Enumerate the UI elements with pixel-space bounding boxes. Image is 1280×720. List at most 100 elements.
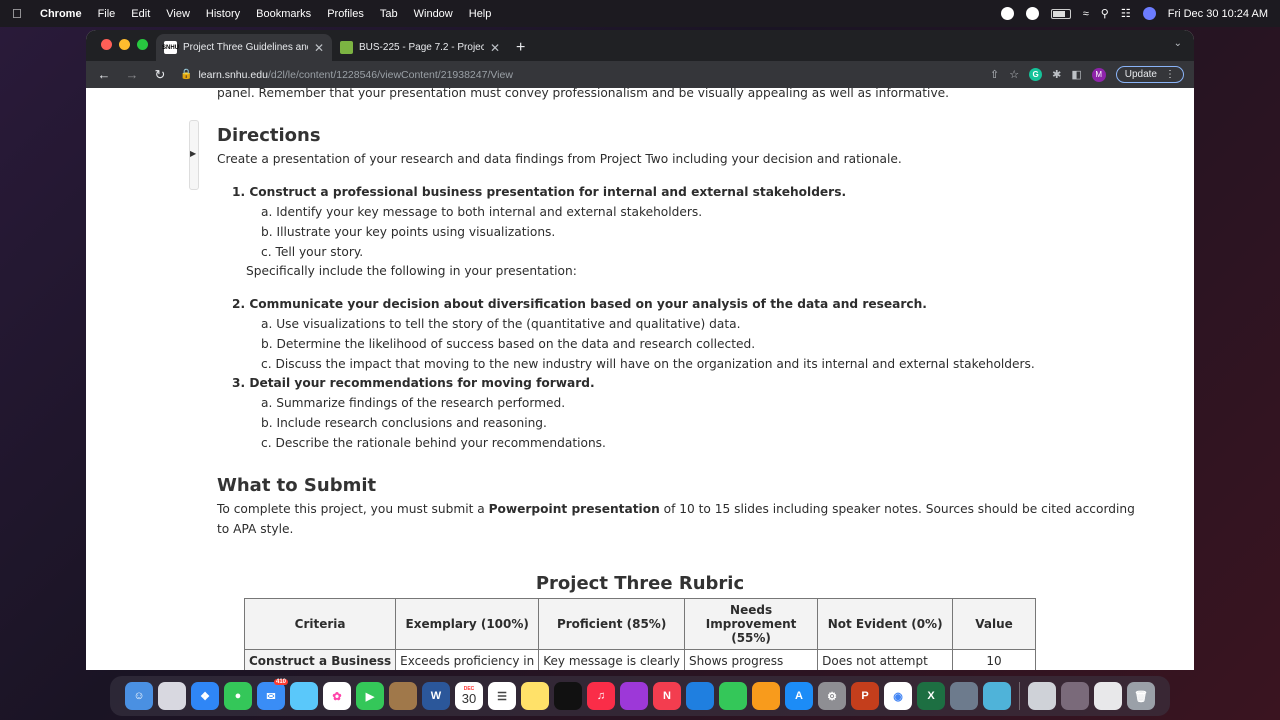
forward-button[interactable]: → [124,67,140,82]
pages-icon[interactable] [752,682,780,710]
calendar-icon[interactable]: DEC 30 [455,682,483,710]
submit-text-line2: to APA style. [217,522,294,536]
reload-button[interactable]: ↻ [152,67,168,83]
lock-icon[interactable]: 🔒 [180,69,192,80]
maps-icon[interactable] [290,682,318,710]
list-item-1a: a. Identify your key message to both int… [261,205,703,219]
podcasts-icon[interactable] [620,682,648,710]
finder-icon[interactable]: ☺ [125,682,153,710]
grammarly-extension-icon[interactable]: G [1029,68,1043,81]
clock-datetime[interactable]: Fri Dec 30 10:24 AM [1168,8,1268,20]
music-icon[interactable]: ♫ [587,682,615,710]
submit-text-post: of 10 to 15 slides including speaker not… [659,502,1135,516]
menu-history[interactable]: History [206,8,240,20]
menu-edit[interactable]: Edit [131,8,150,20]
menu-window[interactable]: Window [414,8,453,20]
preview-icon[interactable] [950,682,978,710]
close-tab-icon[interactable]: ✕ [490,41,500,55]
tab-project-three[interactable]: SNHU Project Three Guidelines and R ✕ [156,34,332,61]
news-icon[interactable]: N [653,682,681,710]
siri-icon[interactable] [1142,7,1156,20]
column-header: Proficient (85%) [538,598,686,650]
menu-bar:  Chrome File Edit View History Bookmark… [0,0,1280,27]
recent-file-icon[interactable] [1061,682,1089,710]
sidebar-toggle[interactable]: ▶ [189,120,199,190]
menu-chrome[interactable]: Chrome [40,8,82,20]
reminders-icon[interactable]: ☰ [488,682,516,710]
extensions-puzzle-icon[interactable]: ✱ [1052,68,1061,81]
side-panel-icon[interactable]: ◧ [1071,68,1081,81]
control-center-icon[interactable]: ☷ [1121,7,1131,20]
more-menu-icon[interactable]: ⋮ [1165,69,1175,80]
table-cell: Key message is clearly [538,649,686,670]
menu-tab[interactable]: Tab [380,8,398,20]
record-icon[interactable] [1000,7,1014,20]
table-cell: Exceeds proficiency in [395,649,540,670]
downloads-folder-icon[interactable] [1028,682,1056,710]
close-window-button[interactable] [101,39,112,50]
grammarly-status-icon[interactable] [1025,7,1039,20]
update-label: Update [1124,69,1157,80]
what-to-submit-heading: What to Submit [217,475,377,496]
messages-icon[interactable]: ● [224,682,252,710]
numbers-icon[interactable] [719,682,747,710]
share-icon[interactable]: ⇧ [990,68,999,81]
list-item-1: 1. Construct a professional business pre… [232,185,847,199]
rubric-table: Criteria Exemplary (100%) Proficient (85… [243,598,1036,670]
calendar-day: 30 [461,691,477,706]
tab-bus-225[interactable]: BUS-225 - Page 7.2 - Project T ✕ [332,34,508,61]
directions-text: Create a presentation of your research a… [217,152,902,166]
address-bar[interactable]: 🔒 learn.snhu.edu/d2l/le/content/1228546/… [180,69,978,81]
table-header-row: Criteria Exemplary (100%) Proficient (85… [243,598,1036,650]
keynote-icon[interactable] [686,682,714,710]
list-item-2: 2. Communicate your decision about diver… [232,297,927,311]
close-tab-icon[interactable]: ✕ [314,41,324,55]
contacts-icon[interactable] [389,682,417,710]
zoom-window-button[interactable] [137,39,148,50]
bookmark-star-icon[interactable]: ☆ [1009,68,1019,81]
menu-bookmarks[interactable]: Bookmarks [256,8,311,20]
column-header: Needs Improvement (55%) [684,598,819,650]
document-stack-icon[interactable] [1094,682,1122,710]
new-tab-button[interactable]: + [516,34,525,61]
system-preferences-icon[interactable]: ⚙ [818,682,846,710]
excel-icon[interactable]: X [917,682,945,710]
trash-icon[interactable]: 🗑 [1127,682,1155,710]
browser-window: SNHU Project Three Guidelines and R ✕ BU… [86,30,1194,670]
profile-avatar[interactable]: M [1091,67,1106,82]
safari-icon[interactable]: ❖ [191,682,219,710]
photos-icon[interactable]: ✿ [323,682,351,710]
app-store-icon[interactable]: A [785,682,813,710]
battery-icon[interactable] [1050,8,1071,19]
column-header: Exemplary (100%) [395,598,540,650]
notes-icon[interactable] [521,682,549,710]
chrome-icon[interactable]: ◉ [884,682,912,710]
launchpad-icon[interactable] [158,682,186,710]
menu-file[interactable]: File [98,8,116,20]
mail-icon[interactable]: ✉ 410 [257,679,288,710]
apple-tv-icon[interactable] [554,682,582,710]
menu-view[interactable]: View [166,8,190,20]
powerpoint-icon[interactable]: P [851,682,879,710]
wifi-icon[interactable]: ≈ [1083,8,1089,20]
table-cell: Does not attempt [817,649,954,670]
menu-profiles[interactable]: Profiles [327,8,364,20]
tab-search-chevron-icon[interactable]: ⌄ [1174,38,1182,49]
screen-recorder-icon[interactable] [983,682,1011,710]
update-button[interactable]: Update ⋮ [1115,66,1184,83]
dock-separator [1019,682,1020,710]
rubric-title: Project Three Rubric [535,573,745,594]
intro-paragraph: panel. Remember that your presentation m… [217,88,950,100]
window-controls [101,39,148,50]
apple-logo-icon[interactable]:  [12,6,26,21]
back-button[interactable]: ← [96,67,112,82]
minimize-window-button[interactable] [119,39,130,50]
menu-help[interactable]: Help [469,8,492,20]
list-item-3c: c. Describe the rationale behind your re… [261,436,606,450]
submit-text: To complete this project, you must submi… [217,502,1135,518]
facetime-icon[interactable]: ▶ [356,682,384,710]
column-header: Criteria [243,598,397,650]
page-content: ▶ panel. Remember that your presentation… [86,88,1194,670]
word-icon[interactable]: W [422,682,450,710]
spotlight-search-icon[interactable]: ⚲ [1101,7,1109,20]
